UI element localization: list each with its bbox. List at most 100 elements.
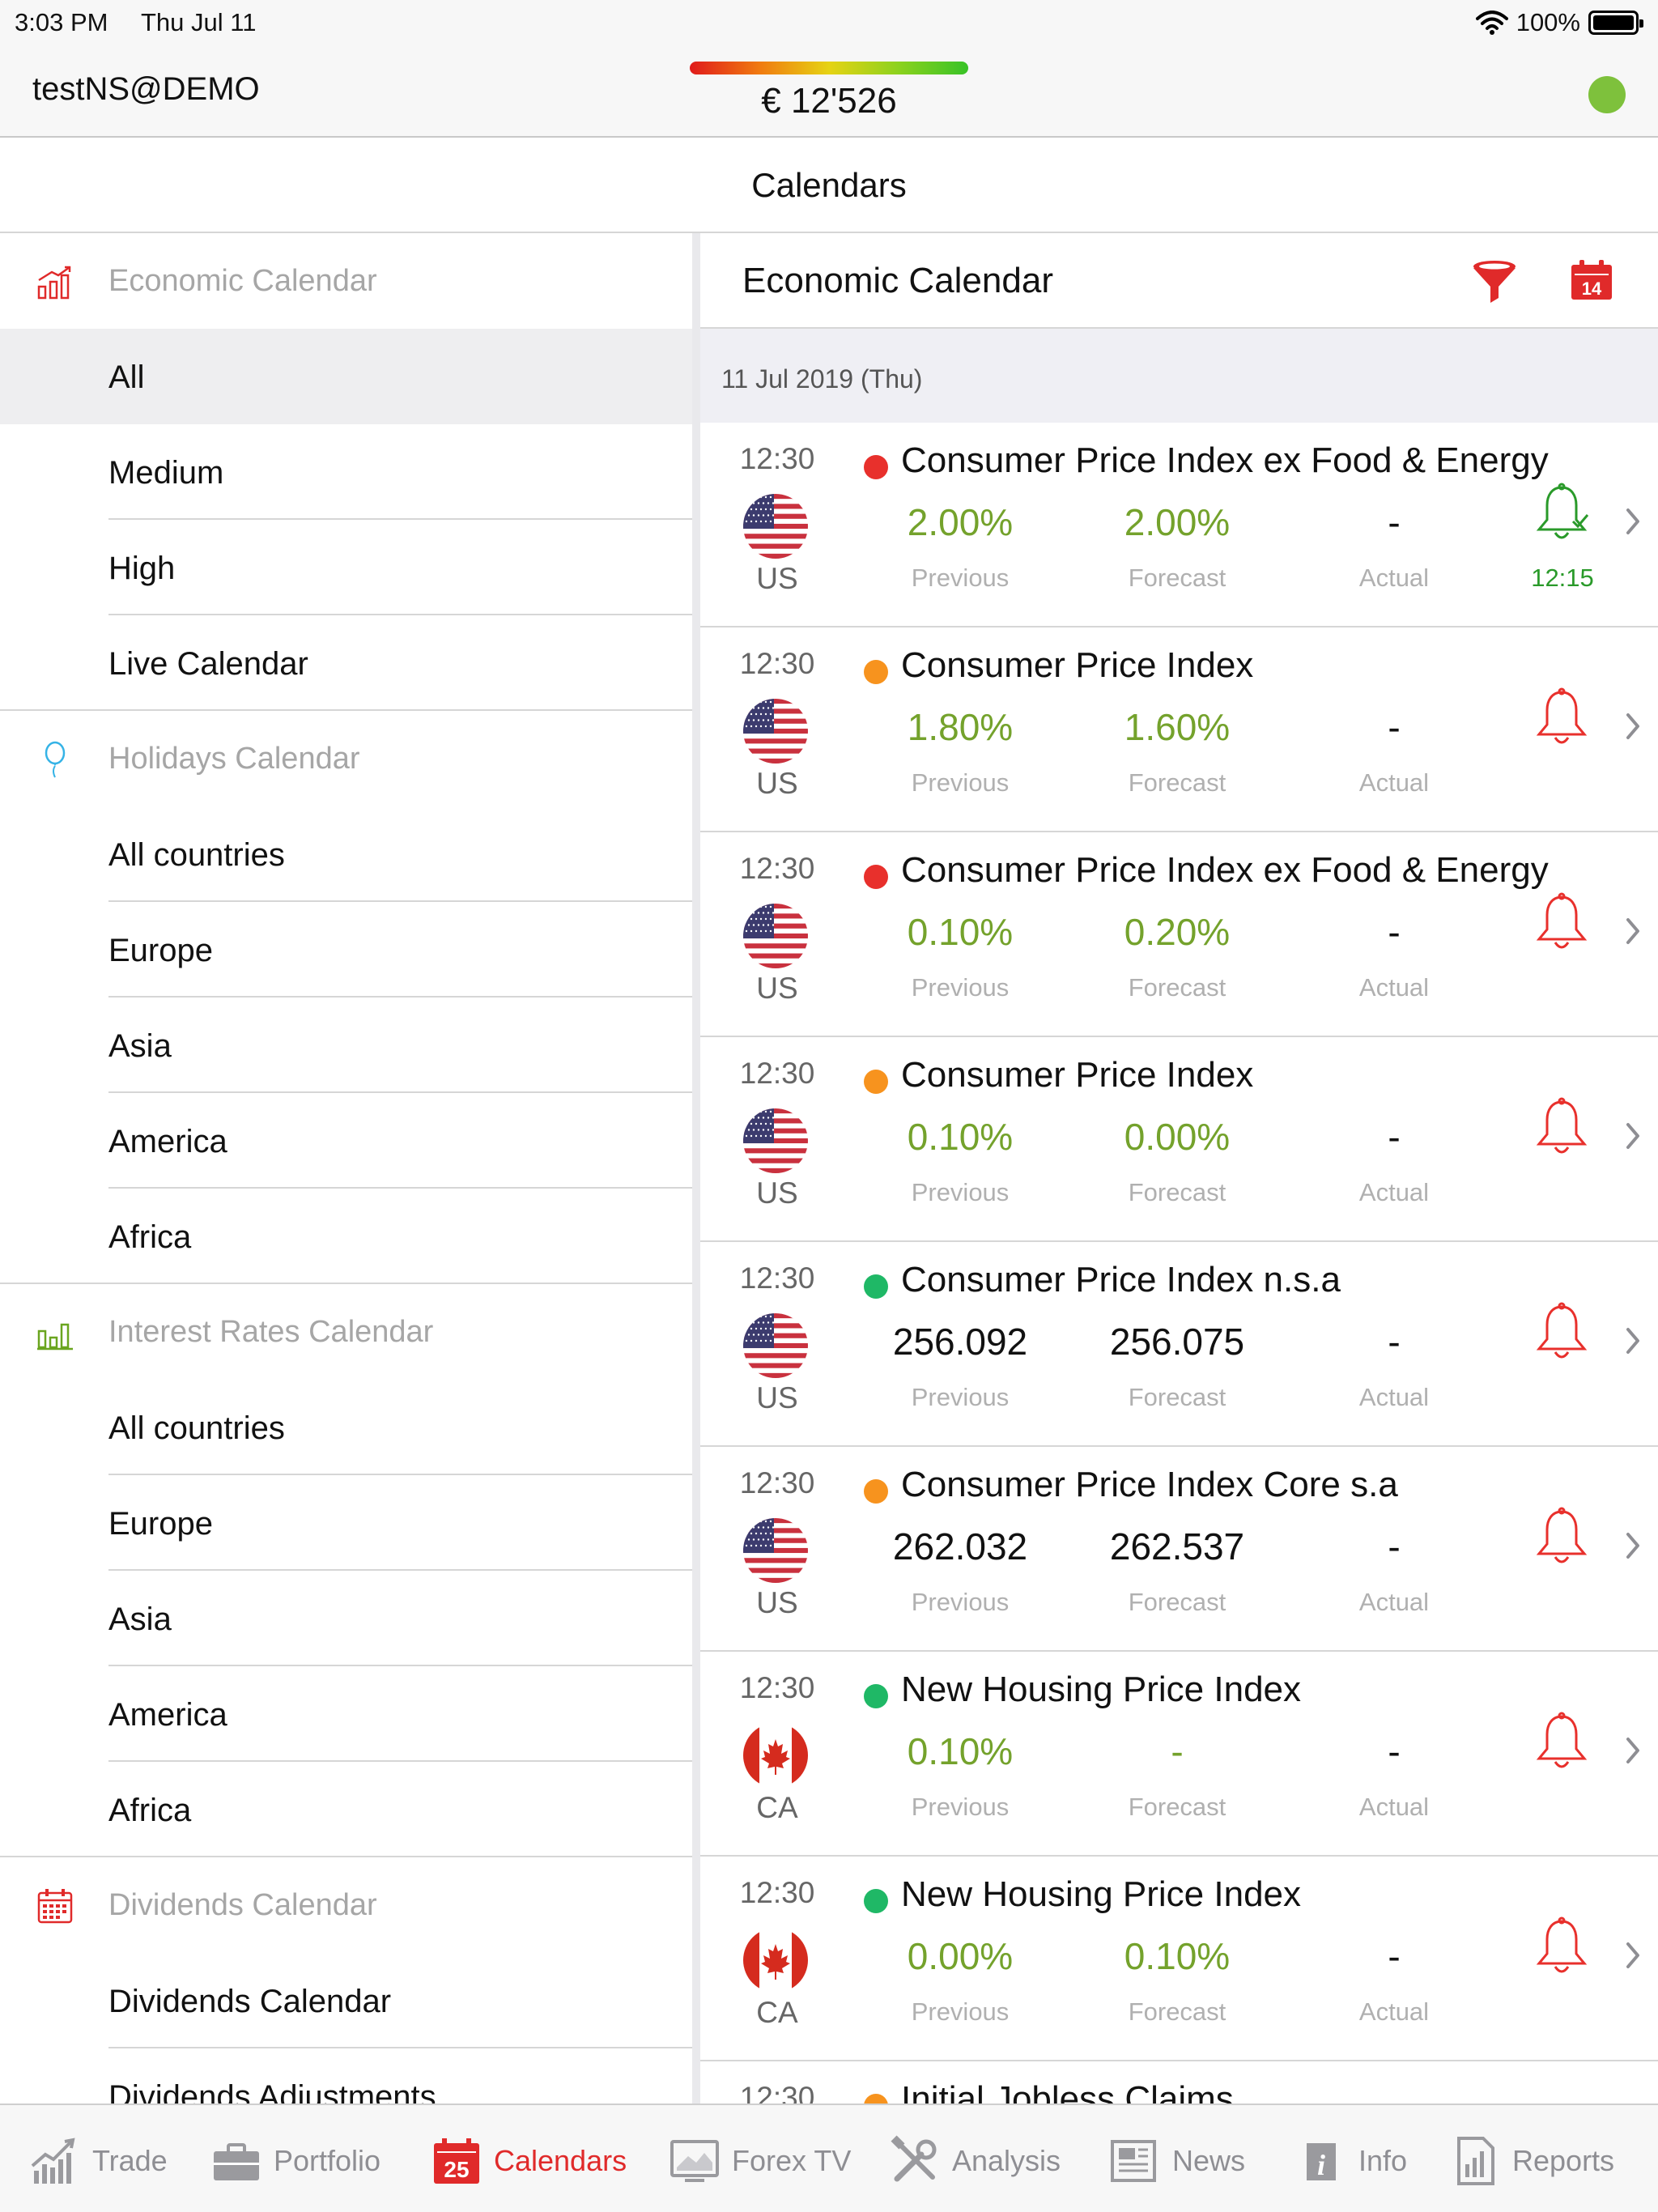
battery-icon (1588, 11, 1643, 35)
event-row[interactable]: 12:30 US Consumer Price Index ex Food & En… (700, 423, 1658, 627)
alert-set-bell-icon[interactable] (1533, 483, 1591, 547)
sidebar-item-label: Asia (108, 1028, 172, 1064)
forecast-label: Forecast (1128, 973, 1226, 1002)
tab-label: Analysis (952, 2144, 1061, 2177)
tab-info[interactable]: i Info (1295, 2133, 1407, 2189)
previous-value: 0.10% (907, 911, 1014, 953)
sidebar-item-dividends-adjustments[interactable]: Dividends Adjustments (0, 2048, 692, 2104)
event-name: Consumer Price Index ex Food & Energy (901, 850, 1549, 890)
sidebar-item-asia[interactable]: Asia (0, 998, 692, 1093)
alert-bell-icon[interactable] (1533, 892, 1591, 957)
actual-value: - (1388, 706, 1401, 748)
chevron-right-icon[interactable] (1622, 1734, 1644, 1767)
tab-news[interactable]: News (1109, 2133, 1245, 2189)
page-title: Calendars (0, 138, 1658, 233)
event-row[interactable]: 12:30USInitial Jobless ClaimsPreviousFor… (700, 2061, 1658, 2104)
country-flag-us-icon (743, 494, 808, 559)
battery-percent: 100% (1516, 8, 1580, 36)
event-name: New Housing Price Index (901, 1874, 1302, 1914)
event-row[interactable]: 12:30 US Consumer Price Index Core s.a 262.… (700, 1447, 1658, 1652)
section-label: Dividends Calendar (108, 1887, 377, 1922)
svg-text:i: i (1317, 2149, 1325, 2181)
sidebar-item-high[interactable]: High (0, 520, 692, 615)
balloon-icon (36, 740, 74, 779)
chevron-right-icon[interactable] (1622, 1120, 1644, 1152)
sidebar-item-all-countries[interactable]: All countries (0, 806, 692, 902)
forecast-value: 256.075 (1109, 1321, 1245, 1363)
sidebar-item-medium[interactable]: Medium (0, 424, 692, 520)
alert-bell-icon[interactable] (1533, 687, 1591, 752)
importance-dot (864, 1070, 888, 1094)
sidebar-item-dividends-calendar[interactable]: Dividends Calendar (0, 1953, 692, 2048)
actual-label: Actual (1358, 1178, 1430, 1206)
previous-label: Previous (911, 1178, 1010, 1206)
alert-bell-icon[interactable] (1533, 1302, 1591, 1367)
section-label: Economic Calendar (108, 263, 377, 298)
event-row[interactable]: 12:30 US Consumer Price Index 1.80% 1.60% - Pr… (700, 627, 1658, 832)
calendar-sidebar: Economic Calendar All Medium High Live Calen… (0, 233, 692, 2104)
account-balance[interactable]: € 12'526 (690, 81, 968, 121)
tab-analysis[interactable]: Analysis (889, 2133, 1061, 2189)
sidebar-item-label: America (108, 1124, 227, 1159)
tools-icon (889, 2135, 941, 2187)
event-row[interactable]: 12:30 US Consumer Price Index n.s.a 256.092… (700, 1242, 1658, 1447)
tab-label: Info (1358, 2144, 1408, 2177)
sidebar-item-label: Africa (108, 1793, 192, 1828)
chevron-right-icon[interactable] (1622, 1325, 1644, 1357)
alert-bell-icon[interactable] (1533, 1916, 1591, 1981)
sidebar-item-all[interactable]: All (0, 329, 692, 424)
tab-label: Forex TV (732, 2144, 852, 2177)
previous-label: Previous (911, 973, 1010, 1002)
alert-bell-icon[interactable] (1533, 1097, 1591, 1162)
chevron-right-icon[interactable] (1622, 505, 1644, 538)
event-row[interactable]: 12:30 CA New Housing Price Index 0.10% - - Pre… (700, 1652, 1658, 1857)
sidebar-item-europe[interactable]: Europe (0, 902, 692, 998)
svg-text:14: 14 (1582, 279, 1602, 299)
tab-forex-tv[interactable]: Forex TV (669, 2133, 851, 2189)
chevron-right-icon[interactable] (1622, 1939, 1644, 1972)
alert-bell-icon[interactable] (1533, 1712, 1591, 1776)
newspaper-icon (1109, 2135, 1161, 2187)
previous-value: 0.00% (907, 1935, 1014, 1977)
event-country: US (756, 767, 798, 800)
margin-level-bar (690, 62, 968, 74)
filter-icon[interactable] (1471, 259, 1518, 304)
tab-portfolio[interactable]: Portfolio (210, 2133, 380, 2189)
sidebar-item-africa[interactable]: Africa (0, 1762, 692, 1857)
sidebar-item-europe[interactable]: Europe (0, 1475, 692, 1571)
account-name[interactable]: testNS@DEMO (32, 71, 260, 108)
event-country: US (756, 1381, 798, 1414)
forecast-label: Forecast (1128, 564, 1226, 592)
sidebar-item-america[interactable]: America (0, 1093, 692, 1189)
event-row[interactable]: 12:30 US Consumer Price Index 0.10% 0.00% - Pr… (700, 1037, 1658, 1242)
previous-label: Previous (911, 1383, 1010, 1411)
sidebar-item-all-countries[interactable]: All countries (0, 1380, 692, 1475)
alert-bell-icon[interactable] (1533, 1507, 1591, 1572)
chevron-right-icon[interactable] (1622, 915, 1644, 947)
event-row[interactable]: 12:30 CA New Housing Price Index 0.00% 0.10%… (700, 1857, 1658, 2061)
forecast-label: Forecast (1128, 1997, 1226, 2026)
report-icon (1449, 2135, 1501, 2187)
wifi-icon (1475, 11, 1508, 35)
chevron-right-icon[interactable] (1622, 710, 1644, 742)
content-title: Economic Calendar (742, 261, 1053, 300)
importance-dot (864, 1274, 888, 1299)
previous-value: 262.032 (892, 1525, 1028, 1568)
actual-value: - (1388, 1321, 1401, 1363)
sidebar-item-live-calendar[interactable]: Live Calendar (0, 615, 692, 711)
tab-reports[interactable]: Reports (1449, 2133, 1614, 2189)
tab-calendars[interactable]: 25 Calendars (431, 2133, 627, 2189)
date-group-header: 11 Jul 2019 (Thu) (700, 329, 1658, 423)
actual-label: Actual (1358, 1588, 1430, 1616)
importance-dot (864, 1684, 888, 1708)
sidebar-item-africa[interactable]: Africa (0, 1189, 692, 1284)
calendar-date-icon[interactable]: 14 (1570, 259, 1613, 301)
tab-trade[interactable]: Trade (29, 2133, 168, 2189)
chevron-right-icon[interactable] (1622, 1529, 1644, 1562)
country-flag-us-icon (743, 1108, 808, 1173)
sidebar-item-america[interactable]: America (0, 1666, 692, 1762)
forecast-value: 1.60% (1124, 706, 1231, 748)
sidebar-item-asia[interactable]: Asia (0, 1571, 692, 1666)
event-row[interactable]: 12:30 US Consumer Price Index ex Food & En… (700, 832, 1658, 1037)
event-time: 12:30 (739, 1057, 815, 1090)
